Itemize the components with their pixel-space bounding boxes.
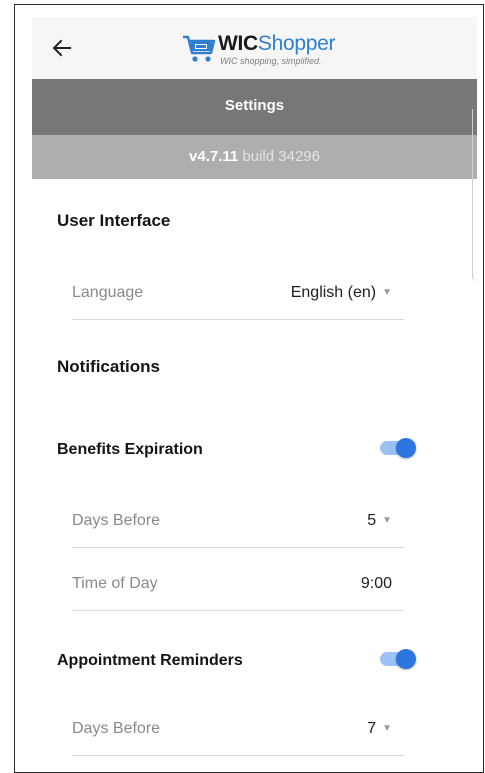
benefits-expiration-toggle[interactable] xyxy=(380,436,418,460)
arrow-left-icon xyxy=(52,39,71,57)
language-select[interactable]: English (en) ▼ xyxy=(291,284,392,302)
time-of-day-value[interactable]: 9:00 xyxy=(361,575,392,593)
benefits-days-before-row: Days Before 5 ▼ xyxy=(72,495,404,548)
language-label: Language xyxy=(72,284,144,301)
version-info: v4.7.11 build 34296 xyxy=(32,148,477,165)
toggle-thumb xyxy=(396,438,416,458)
back-button[interactable] xyxy=(49,35,75,61)
appointment-reminders-label: Appointment Reminders xyxy=(57,652,243,669)
settings-screen: WICShopper WIC shopping, simplified. Set… xyxy=(32,17,477,772)
appointment-reminders-toggle[interactable] xyxy=(380,647,418,671)
logo-shopper-text: Shopper xyxy=(257,32,336,55)
scroll-edge[interactable] xyxy=(472,109,479,281)
logo-tagline: WIC shopping, simplified. xyxy=(220,56,322,66)
page-title-bar: Settings xyxy=(32,79,477,135)
language-row: Language English (en) ▼ xyxy=(72,267,404,320)
build-number: build 34296 xyxy=(242,148,320,165)
days-before-select[interactable]: 7 ▼ xyxy=(367,720,392,738)
appointment-days-before-row: Days Before 7 ▼ xyxy=(72,703,404,756)
logo-wordmark: WICShopper xyxy=(218,32,336,56)
time-of-day-label: Time of Day xyxy=(72,575,158,592)
section-title-user-interface: User Interface xyxy=(57,211,171,230)
wicshopper-logo: WICShopper WIC shopping, simplified. xyxy=(182,30,362,70)
chevron-down-icon: ▼ xyxy=(382,515,392,527)
days-before-value: 5 xyxy=(367,512,377,529)
screenshot-frame: WICShopper WIC shopping, simplified. Set… xyxy=(14,4,484,773)
language-value: English (en) xyxy=(290,284,377,301)
version-bar: v4.7.11 build 34296 xyxy=(32,135,477,179)
days-before-select[interactable]: 5 ▼ xyxy=(367,512,392,530)
section-title-notifications: Notifications xyxy=(57,357,160,376)
time-of-day-row: Time of Day 9:00 xyxy=(72,558,404,611)
toggle-thumb xyxy=(396,649,416,669)
days-before-value: 7 xyxy=(367,720,377,737)
benefits-expiration-label: Benefits Expiration xyxy=(57,441,203,458)
version-number: v4.7.11 xyxy=(189,148,239,165)
app-header: WICShopper WIC shopping, simplified. xyxy=(32,17,477,79)
chevron-down-icon: ▼ xyxy=(382,287,392,299)
shopping-cart-icon xyxy=(183,35,216,62)
logo-wic-text: WIC xyxy=(218,32,258,55)
chevron-down-icon: ▼ xyxy=(382,723,392,735)
days-before-label: Days Before xyxy=(72,720,161,737)
days-before-label: Days Before xyxy=(72,512,161,529)
page-title: Settings xyxy=(224,97,285,114)
